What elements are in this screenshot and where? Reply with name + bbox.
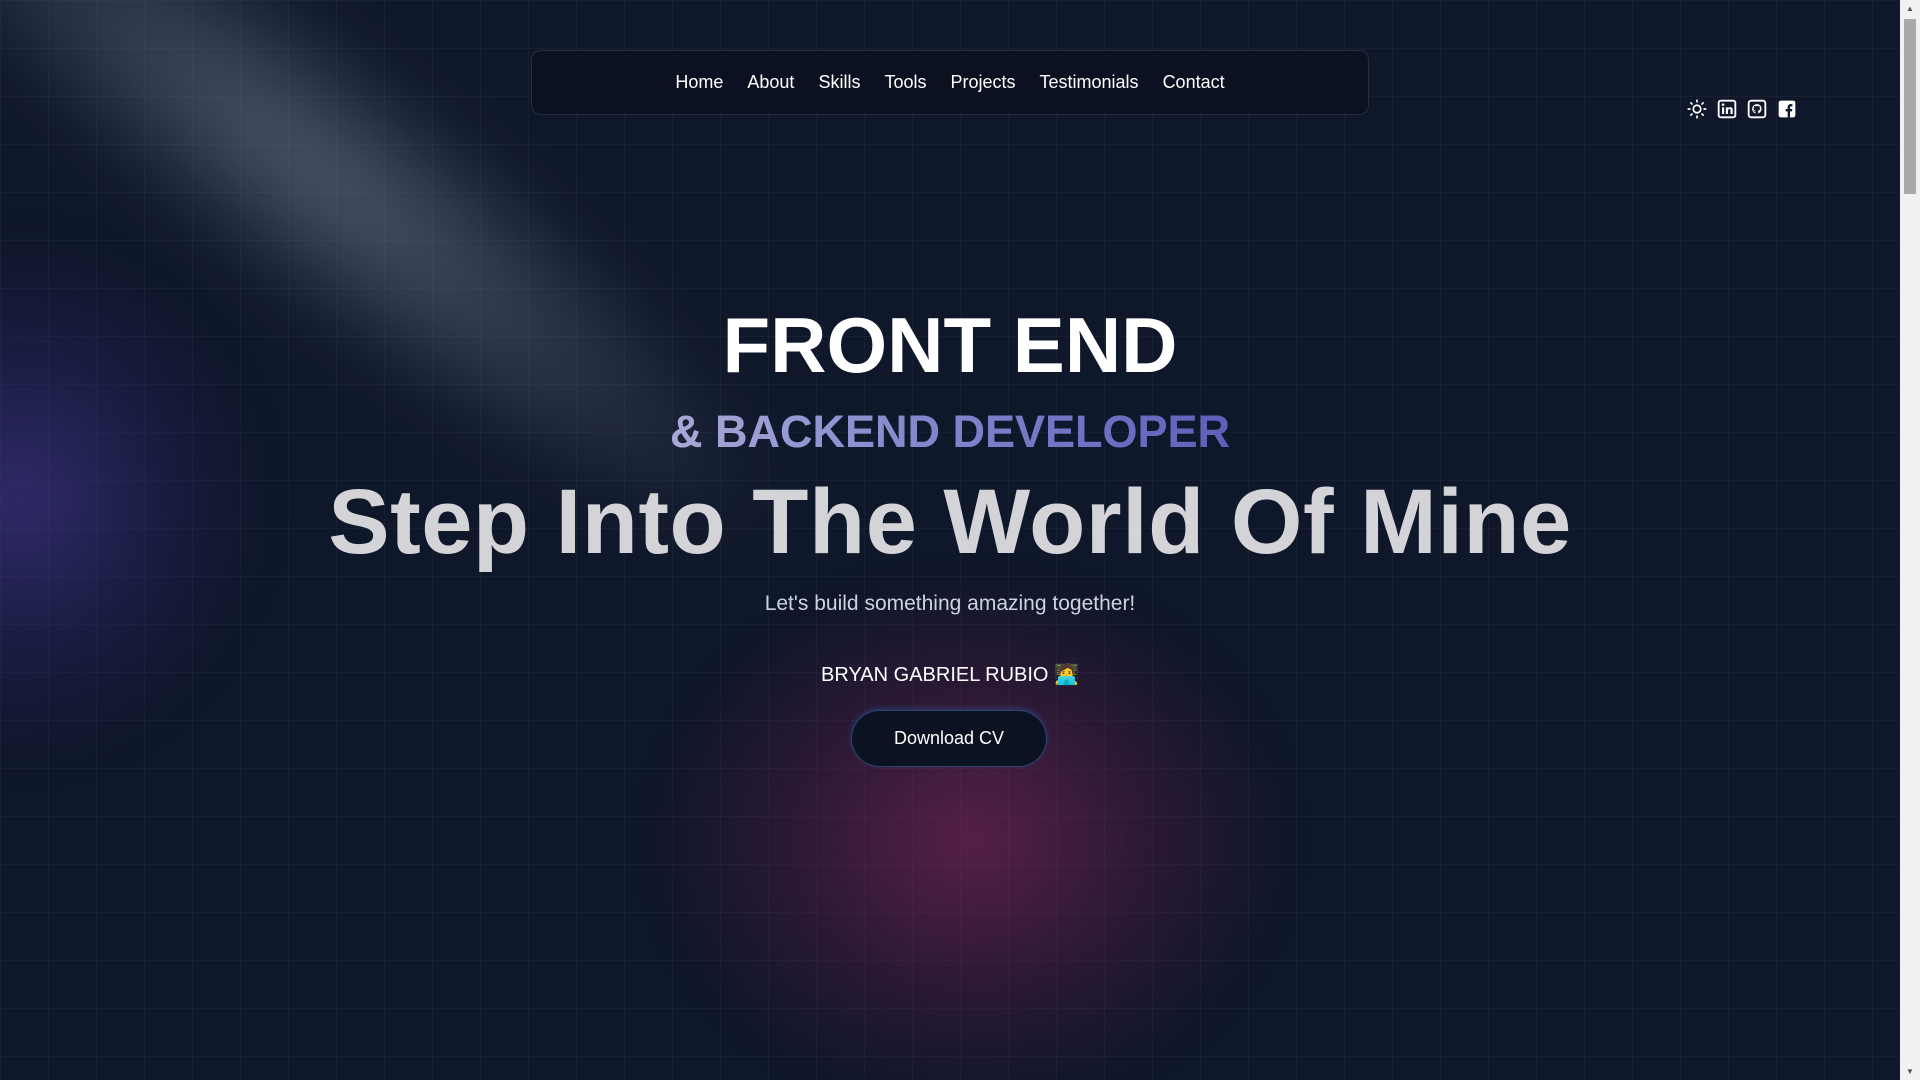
nav-item-contact[interactable]: Contact xyxy=(1151,72,1237,93)
github-icon[interactable] xyxy=(1746,98,1767,119)
nav-item-about[interactable]: About xyxy=(735,72,806,93)
vertical-scrollbar[interactable]: ▲ ▼ xyxy=(1900,0,1920,1080)
download-cv-button[interactable]: Download CV xyxy=(851,710,1047,767)
hero-title: FRONT END xyxy=(722,301,1178,389)
hero-headline: Step Into The World Of Mine xyxy=(328,471,1572,573)
hero-subtitle: & BACKEND DEVELOPER xyxy=(0,406,1900,458)
hero-name: BRYAN GABRIEL RUBIO xyxy=(821,664,1049,686)
nav-item-skills[interactable]: Skills xyxy=(806,72,872,93)
social-links xyxy=(1686,98,1797,119)
technologist-emoji-icon: 🧑‍💻 xyxy=(1054,664,1079,686)
scrollbar-thumb[interactable] xyxy=(1904,19,1916,194)
hero-tagline: Let's build something amazing together! xyxy=(764,592,1136,615)
magenta-glow xyxy=(660,580,1280,1080)
download-cv-wrapper: Download CV xyxy=(851,710,1047,767)
linkedin-icon[interactable] xyxy=(1716,98,1737,119)
nav-item-tools[interactable]: Tools xyxy=(872,72,938,93)
hero-name-line: BRYAN GABRIEL RUBIO 🧑‍💻 xyxy=(0,662,1900,687)
scroll-down-arrow-icon[interactable]: ▼ xyxy=(1900,1063,1920,1080)
nav-item-home[interactable]: Home xyxy=(663,72,735,93)
viewport: Home About Skills Tools Projects Testimo… xyxy=(0,0,1900,1080)
facebook-icon[interactable] xyxy=(1776,98,1797,119)
nav-item-testimonials[interactable]: Testimonials xyxy=(1028,72,1151,93)
page: Home About Skills Tools Projects Testimo… xyxy=(0,0,1920,1080)
main-nav: Home About Skills Tools Projects Testimo… xyxy=(531,50,1369,115)
nav-item-projects[interactable]: Projects xyxy=(938,72,1027,93)
sun-icon[interactable] xyxy=(1686,98,1707,119)
scroll-up-arrow-icon[interactable]: ▲ xyxy=(1900,0,1920,17)
hero-subtitle-text: & BACKEND DEVELOPER xyxy=(669,406,1231,457)
